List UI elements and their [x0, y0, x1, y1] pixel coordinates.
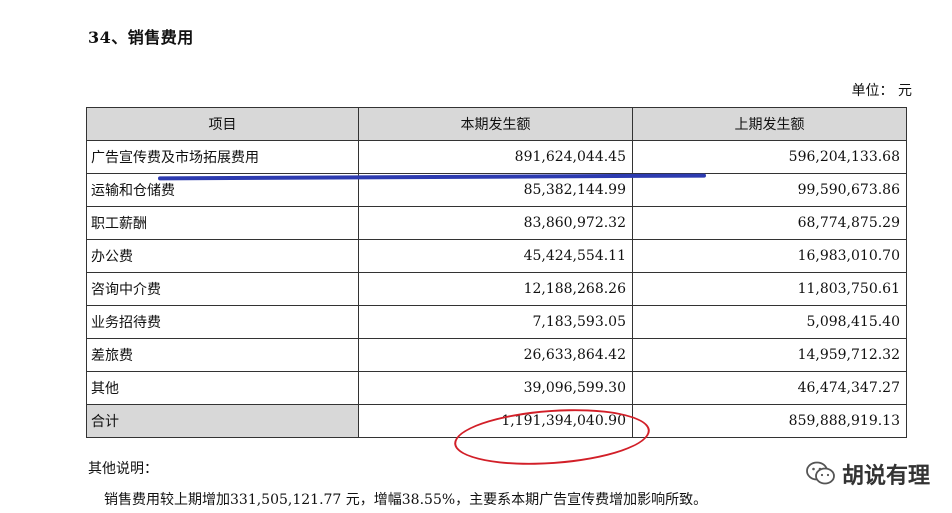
row-previous: 11,803,750.61: [632, 272, 907, 306]
row-current: 39,096,599.30: [358, 371, 633, 405]
unit-label: 单位： 元: [851, 83, 912, 99]
expense-table: 项目 本期发生额 上期发生额 广告宣传费及市场拓展费用 891,624,044.…: [86, 107, 907, 438]
table-row: 广告宣传费及市场拓展费用 891,624,044.45 596,204,133.…: [86, 140, 907, 174]
table-header-row: 项目 本期发生额 上期发生额: [86, 107, 907, 141]
row-previous: 5,098,415.40: [632, 305, 907, 339]
row-item: 广告宣传费及市场拓展费用: [86, 140, 359, 174]
total-previous: 859,888,919.13: [632, 404, 907, 438]
row-item: 业务招待费: [86, 305, 359, 339]
wechat-icon: [806, 461, 835, 485]
row-previous: 16,983,010.70: [632, 239, 907, 273]
total-label: 合计: [86, 404, 359, 438]
row-previous: 99,590,673.86: [632, 173, 907, 207]
row-item: 办公费: [86, 239, 359, 273]
row-current: 26,633,864.42: [358, 338, 633, 372]
note-title: 其他说明：: [88, 461, 158, 477]
watermark-text: 胡说有理: [841, 464, 930, 489]
table-row: 职工薪酬 83,860,972.32 68,774,875.29: [86, 206, 907, 240]
table-row: 差旅费 26,633,864.42 14,959,712.32: [86, 338, 907, 372]
row-item: 其他: [86, 371, 359, 405]
row-item: 职工薪酬: [86, 206, 359, 240]
header-item: 项目: [86, 107, 359, 141]
table-row: 其他 39,096,599.30 46,474,347.27: [86, 371, 907, 405]
row-previous: 14,959,712.32: [632, 338, 907, 372]
row-previous: 68,774,875.29: [632, 206, 907, 240]
note-text: 销售费用较上期增加331,505,121.77 元，增幅38.55%，主要系本期…: [104, 492, 708, 508]
table-row: 办公费 45,424,554.11 16,983,010.70: [86, 239, 907, 273]
section-title: 34、销售费用: [88, 28, 194, 47]
row-previous: 596,204,133.68: [632, 140, 907, 174]
watermark: 胡说有理: [806, 458, 930, 490]
header-current-period: 本期发生额: [358, 107, 633, 141]
header-previous-period: 上期发生额: [632, 107, 907, 141]
row-previous: 46,474,347.27: [632, 371, 907, 405]
table-row: 咨询中介费 12,188,268.26 11,803,750.61: [86, 272, 907, 306]
row-current: 7,183,593.05: [358, 305, 633, 339]
row-current: 83,860,972.32: [358, 206, 633, 240]
row-current: 891,624,044.45: [358, 140, 633, 174]
row-item: 差旅费: [86, 338, 359, 372]
row-current: 45,424,554.11: [358, 239, 633, 273]
row-current: 12,188,268.26: [358, 272, 633, 306]
table-row: 业务招待费 7,183,593.05 5,098,415.40: [86, 305, 907, 339]
row-item: 咨询中介费: [86, 272, 359, 306]
